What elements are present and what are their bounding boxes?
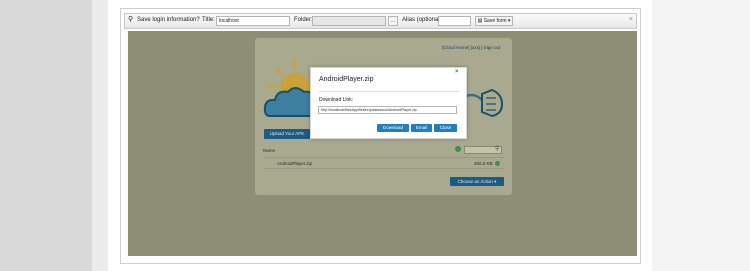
dialog-title: AndroidPlayer.zip [319, 76, 374, 83]
folder-browse-button[interactable]: ... [388, 16, 398, 26]
save-form-button[interactable]: ▤ Save form ▾ [475, 16, 513, 26]
dialog-close-icon[interactable]: × [455, 69, 459, 75]
email-button[interactable]: Email [411, 124, 432, 132]
save-form-label: Save form [483, 18, 507, 24]
left-gutter [0, 0, 92, 271]
file-size: 300.2 KB [474, 161, 493, 166]
name-column-header[interactable]: Name [263, 148, 275, 153]
key-icon: ⚲ [128, 16, 134, 23]
left-gutter-inner [92, 0, 108, 271]
chevron-down-icon: ▾ [507, 18, 511, 24]
choose-action-button[interactable]: Choose an Action ▾ [450, 177, 504, 186]
title-label: Title: [202, 17, 215, 23]
save-form-icon: ▤ [477, 18, 483, 24]
download-link-label: Download Link: [319, 97, 354, 103]
alias-input[interactable] [438, 16, 471, 26]
search-icon[interactable]: ⚲ [495, 145, 499, 152]
folder-label: Folder: [294, 17, 313, 23]
file-status-icon[interactable] [495, 161, 500, 166]
close-button[interactable]: Close [434, 124, 457, 132]
choose-action-label: Choose an Action [457, 179, 493, 184]
download-button[interactable]: Download [377, 124, 409, 132]
chevron-down-icon: ▾ [494, 179, 497, 184]
close-icon[interactable]: × [629, 16, 633, 23]
save-login-prompt: Save login information? [137, 17, 200, 23]
title-input[interactable]: localhost [216, 16, 290, 26]
upload-apk-button[interactable]: Upload Your APK [264, 129, 310, 139]
file-name[interactable]: AndroidPlayer.zip [277, 161, 312, 166]
dialog-divider [318, 91, 459, 92]
download-link-field[interactable]: http://localhost/filesApp/fieldrequestss… [318, 106, 457, 114]
add-icon[interactable] [455, 146, 461, 152]
right-gutter [652, 0, 750, 271]
save-login-bar: ⚲ Save login information? Title: localho… [124, 13, 637, 29]
folder-input[interactable] [312, 16, 386, 26]
account-links[interactable]: [Cloud Home] [xxx] [ Sign out [442, 45, 500, 50]
